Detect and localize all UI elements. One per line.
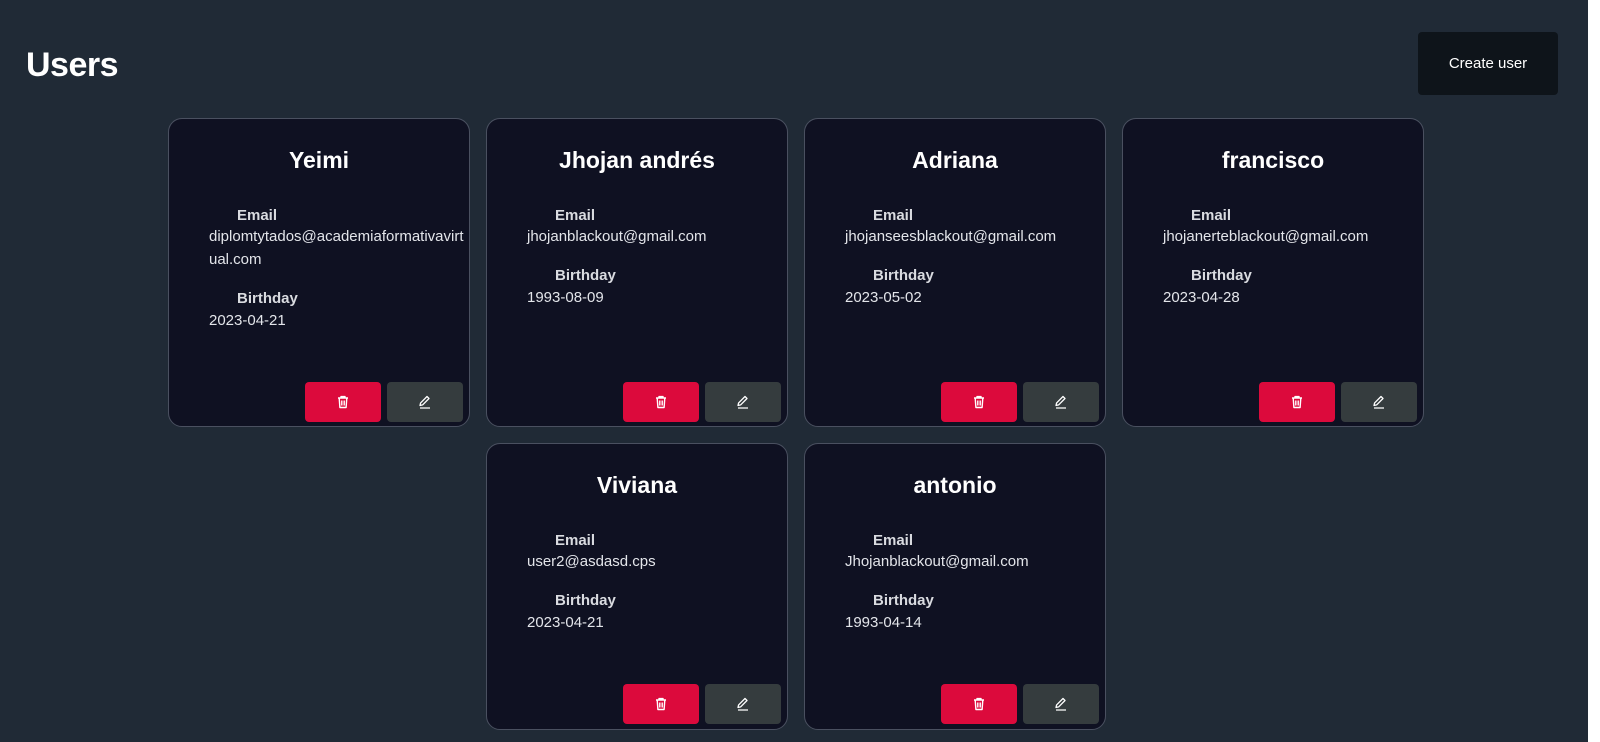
email-value: jhojanblackout@gmail.com [527,228,707,245]
trash-icon [656,395,666,409]
trash-icon [974,395,984,409]
user-name: Adriana [912,147,998,173]
scrollbar[interactable] [1588,0,1600,742]
pencil-icon [419,395,430,409]
email-label: Email [1191,207,1232,224]
pencil-icon [737,395,748,409]
email-label: Email [237,207,278,224]
edit-button[interactable] [1341,382,1417,422]
pencil-icon [737,697,748,711]
pencil-icon [1055,395,1066,409]
user-card: Yeimi Email diplomtytados@academiaformat… [168,118,470,427]
birthday-value: 2023-04-21 [527,614,604,631]
delete-button[interactable] [941,684,1017,724]
user-name: Jhojan andrés [559,147,715,173]
user-card: francisco Email jhojanerteblackout@gmail… [1122,118,1424,427]
delete-button[interactable] [941,382,1017,422]
birthday-value: 1993-04-14 [845,614,922,631]
user-card: antonio Email Jhojanblackout@gmail.com B… [804,443,1106,730]
email-label: Email [555,532,596,549]
user-name: Viviana [596,472,678,498]
email-value: Jhojanblackout@gmail.com [845,553,1029,570]
birthday-label: Birthday [237,290,298,307]
user-name: francisco [1221,147,1325,173]
pencil-icon [1055,697,1066,711]
birthday-label: Birthday [555,592,616,609]
users-page: Users Create user Yeimi Email diplomtyta… [0,0,1600,742]
delete-button[interactable] [623,382,699,422]
email-value: user2@asdasd.cps [527,553,656,570]
birthday-label: Birthday [873,592,934,609]
edit-button[interactable] [1023,382,1099,422]
user-card: Adriana Email jhojanseesblackout@gmail.c… [804,118,1106,427]
edit-button[interactable] [387,382,463,422]
user-name: antonio [913,472,997,498]
birthday-value: 2023-04-28 [1163,289,1240,306]
trash-icon [656,697,666,711]
edit-button[interactable] [1023,684,1099,724]
email-label: Email [555,207,596,224]
trash-icon [1292,395,1302,409]
birthday-label: Birthday [555,267,616,284]
user-name: Yeimi [288,147,350,173]
user-card-list: Yeimi Email diplomtytados@academiaformat… [0,0,1600,742]
delete-button[interactable] [1259,382,1335,422]
birthday-value: 2023-04-21 [209,312,286,329]
trash-icon [338,395,348,409]
birthday-value: 1993-08-09 [527,289,604,306]
email-label: Email [873,532,914,549]
email-value: diplomtytados@academiaformativavirtual.c… [209,228,464,268]
trash-icon [974,697,984,711]
user-card: Viviana Email user2@asdasd.cps Birthday … [486,443,788,730]
birthday-value: 2023-05-02 [845,289,922,306]
edit-button[interactable] [705,684,781,724]
pencil-icon [1373,395,1384,409]
delete-button[interactable] [623,684,699,724]
delete-button[interactable] [305,382,381,422]
edit-button[interactable] [705,382,781,422]
email-value: jhojanseesblackout@gmail.com [845,228,1057,245]
user-card: Jhojan andrés Email jhojanblackout@gmail… [486,118,788,427]
birthday-label: Birthday [1191,267,1252,284]
email-label: Email [873,207,914,224]
email-value: jhojanerteblackout@gmail.com [1163,228,1369,245]
birthday-label: Birthday [873,267,934,284]
